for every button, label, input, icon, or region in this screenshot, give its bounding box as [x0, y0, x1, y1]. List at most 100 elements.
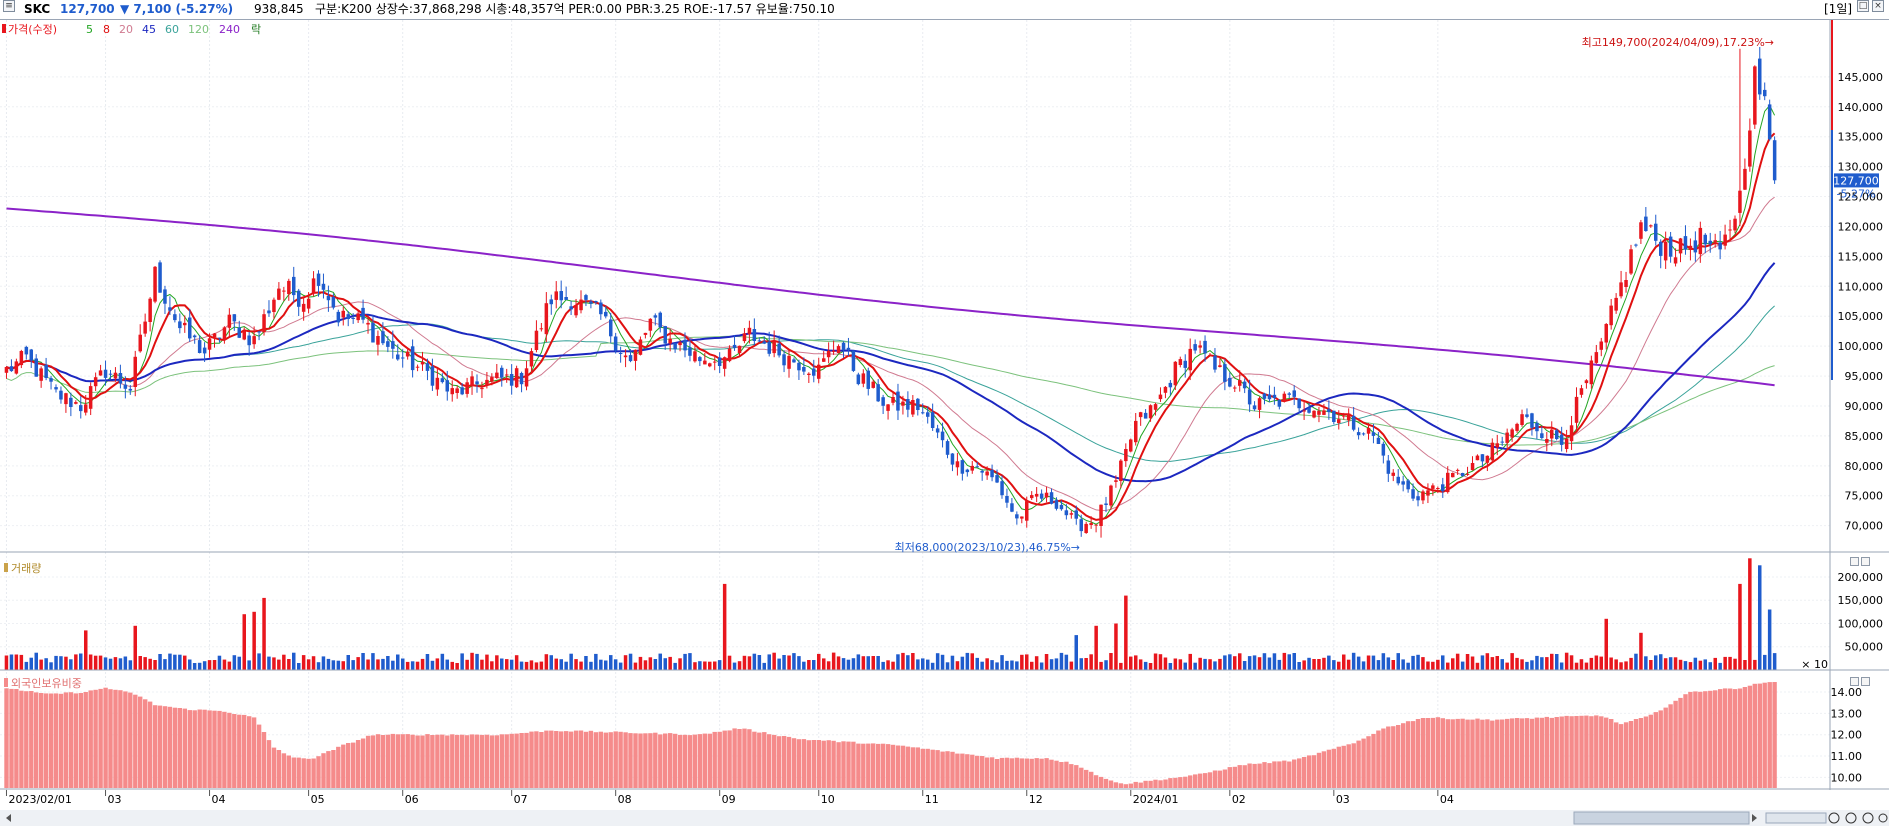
- volume-bar: [871, 656, 875, 670]
- foreign-bar: [212, 710, 217, 788]
- candle-body: [1475, 455, 1480, 461]
- foreign-bar: [1614, 722, 1619, 788]
- candle-body: [88, 386, 93, 409]
- scrollbar-thumb[interactable]: [1573, 811, 1750, 825]
- foreign-bar: [692, 734, 698, 788]
- volume-bar: [772, 652, 776, 670]
- volume-bar: [1138, 659, 1143, 670]
- candle-body: [866, 370, 870, 389]
- foreign-bar: [999, 757, 1005, 788]
- volume-bar: [826, 661, 831, 670]
- candle-body: [217, 337, 222, 339]
- foreign-bar: [58, 693, 64, 788]
- volume-bars: [4, 558, 1777, 670]
- foreign-bar: [1460, 718, 1465, 788]
- candle-body: [277, 288, 281, 300]
- volume-bar: [519, 661, 524, 670]
- foreign-bar: [1698, 691, 1703, 788]
- candle-body: [376, 336, 380, 345]
- volume-bar: [1188, 653, 1192, 670]
- foreign-bar: [1326, 749, 1332, 788]
- candle-body: [1049, 492, 1054, 504]
- volume-bar: [1500, 659, 1504, 670]
- volume-bar: [1381, 653, 1386, 670]
- foreign-bar: [1311, 755, 1317, 788]
- candle-body: [985, 471, 989, 476]
- foreign-bar: [1638, 718, 1644, 788]
- volume-bar: [54, 655, 58, 670]
- candle-body: [826, 350, 831, 358]
- foreign-tick-label: 10.00: [1831, 771, 1863, 784]
- candle-body: [1510, 429, 1514, 438]
- candle-body: [173, 314, 177, 321]
- foreign-bar: [1495, 719, 1500, 788]
- volume-bar: [896, 654, 900, 670]
- volume-bar: [118, 658, 123, 670]
- moving-averages: [6, 104, 1776, 525]
- volume-bar: [529, 660, 534, 670]
- price-tick-label: 85,000: [1845, 430, 1884, 443]
- foreign-bar: [613, 731, 618, 788]
- volume-bar: [960, 656, 965, 670]
- volume-bar: [995, 662, 999, 670]
- foreign-bar: [1306, 755, 1312, 788]
- volume-bar: [217, 655, 222, 670]
- zoom-slider[interactable]: [1765, 812, 1827, 824]
- volume-bar: [916, 659, 920, 670]
- foreign-bar: [1589, 716, 1594, 788]
- candle-body: [1500, 441, 1504, 443]
- month-label: 07: [514, 793, 528, 806]
- volume-bar: [1535, 655, 1539, 670]
- foreign-bar: [455, 734, 460, 788]
- foreign-bar: [286, 755, 291, 788]
- candle-body: [425, 363, 430, 371]
- candle-body: [1104, 503, 1108, 505]
- foreign-bar: [885, 744, 891, 788]
- candle-body: [554, 291, 558, 300]
- volume-multiplier: × 10: [1801, 658, 1828, 671]
- candle-body: [1599, 341, 1603, 350]
- volume-bar: [1213, 661, 1217, 670]
- candle-body: [401, 357, 405, 359]
- foreign-bar: [1247, 763, 1252, 788]
- foreign-bar: [380, 735, 386, 788]
- candle-body: [1064, 510, 1069, 516]
- volume-bar: [1753, 659, 1757, 670]
- foreign-bar: [316, 756, 321, 788]
- foreign-bar: [1321, 751, 1327, 788]
- volume-bar: [1510, 653, 1514, 670]
- candle-body: [178, 321, 182, 329]
- foreign-bar: [1113, 782, 1119, 788]
- candle-body: [594, 301, 598, 303]
- foreign-bar: [1093, 775, 1099, 788]
- foreign-bar: [464, 735, 470, 788]
- candle-body: [688, 347, 692, 356]
- foreign-bar: [375, 734, 381, 788]
- candle-body: [1495, 443, 1499, 448]
- candle-body: [1119, 460, 1123, 481]
- candle-body: [455, 388, 459, 393]
- volume-bar: [599, 659, 603, 670]
- foreign-bar: [222, 711, 227, 788]
- volume-bar: [569, 653, 573, 670]
- volume-bar: [514, 655, 519, 670]
- candle-body: [1485, 455, 1490, 463]
- foreign-bar: [499, 734, 504, 788]
- volume-bar: [356, 657, 360, 670]
- foreign-bar: [296, 757, 301, 788]
- candle-body: [465, 382, 469, 394]
- volume-bar: [1763, 654, 1767, 670]
- foreign-bar: [821, 740, 826, 788]
- foreign-bar: [4, 688, 9, 788]
- candle-body: [975, 466, 979, 468]
- volume-bar: [1282, 652, 1287, 670]
- volume-bar: [1688, 662, 1693, 670]
- foreign-bar: [608, 732, 613, 788]
- foreign-bar: [326, 751, 331, 788]
- foreign-bar: [1277, 761, 1282, 788]
- price-tick-label: 120,000: [1838, 220, 1884, 233]
- legend-ma240: 240: [219, 23, 240, 36]
- volume-bar: [802, 661, 806, 670]
- volume-bar: [222, 659, 227, 670]
- volume-bar: [663, 658, 667, 670]
